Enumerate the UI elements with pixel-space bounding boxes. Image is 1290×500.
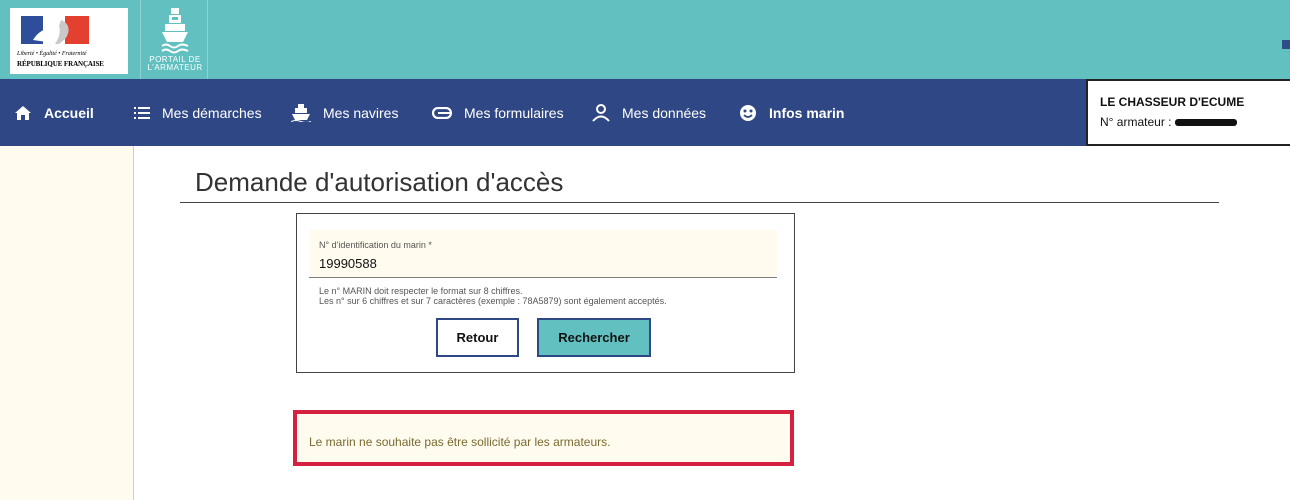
page-title: Demande d'autorisation d'accès: [195, 167, 564, 197]
nav-label-accueil: Accueil: [44, 104, 94, 121]
portail-armateur-logo[interactable]: PORTAIL DE L'ARMATEUR: [140, 0, 208, 79]
left-sidebar: [0, 146, 134, 500]
nav-label-mes-navires: Mes navires: [323, 104, 399, 121]
portal-title-line2: L'ARMATEUR: [147, 63, 203, 72]
republique-francaise-logo[interactable]: Liberté • Égalité • Fraternité RÉPUBLIQU…: [10, 8, 128, 74]
armateur-number: N° armateur :: [1100, 115, 1290, 129]
ship-logo-icon: [161, 8, 189, 54]
redacted-number: [1175, 118, 1238, 126]
nav-label-mes-demarches: Mes démarches: [162, 104, 262, 121]
marin-id-field[interactable]: N° d'identification du marin *: [309, 230, 777, 278]
rf-name: RÉPUBLIQUE FRANÇAISE: [17, 60, 104, 68]
list-icon: [134, 106, 150, 119]
rf-motto: Liberté • Égalité • Fraternité: [17, 51, 87, 57]
nav-label-infos-marin: Infos marin: [769, 104, 845, 121]
marianne-flag-icon: [21, 16, 89, 44]
nav-item-mes-donnees[interactable]: Mes données: [592, 79, 706, 146]
face-icon: [739, 104, 757, 122]
top-banner: Liberté • Égalité • Fraternité RÉPUBLIQU…: [0, 0, 1290, 79]
alert-message: Le marin ne souhaite pas être sollicité …: [309, 435, 611, 449]
user-name: LE CHASSEUR D'ECUME: [1100, 95, 1245, 109]
refusal-alert: Le marin ne souhaite pas être sollicité …: [293, 410, 794, 466]
nav-label-mes-donnees: Mes données: [622, 104, 707, 121]
back-button[interactable]: Retour: [436, 318, 519, 357]
user-account-box[interactable]: LE CHASSEUR D'ECUME N° armateur :: [1086, 79, 1290, 146]
title-divider: [180, 202, 1219, 203]
nav-item-mes-demarches[interactable]: Mes démarches: [134, 79, 262, 146]
link-icon: [432, 106, 452, 119]
nav-item-mes-navires[interactable]: Mes navires: [291, 79, 398, 146]
format-hint-1: Le n° MARIN doit respecter le format sur…: [319, 286, 523, 296]
marin-id-input[interactable]: [319, 254, 759, 272]
mail-icon[interactable]: [1282, 40, 1290, 49]
search-form: N° d'identification du marin * Le n° MAR…: [296, 213, 795, 373]
home-icon: [14, 105, 32, 121]
nav-item-infos-marin[interactable]: Infos marin: [739, 79, 844, 146]
user-icon: [592, 103, 610, 122]
nav-label-mes-formulaires: Mes formulaires: [464, 104, 564, 121]
nav-item-mes-formulaires[interactable]: Mes formulaires: [432, 79, 564, 146]
nav-item-accueil[interactable]: Accueil: [14, 79, 94, 146]
marin-id-label: N° d'identification du marin *: [319, 240, 432, 250]
armateur-number-label: N° armateur :: [1100, 115, 1172, 129]
search-button[interactable]: Rechercher: [537, 318, 651, 357]
ship-icon: [291, 103, 311, 122]
format-hint-2: Les n° sur 6 chiffres et sur 7 caractère…: [319, 296, 667, 306]
